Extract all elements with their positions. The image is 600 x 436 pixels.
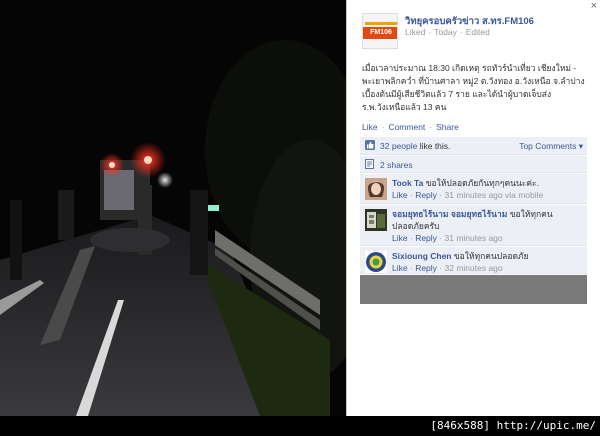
comment-text: ขอให้ปลอดภัยกันทุกๆคนนะค่ะ.	[425, 178, 539, 188]
likes-count-link[interactable]: 32 people	[380, 141, 417, 151]
comment-like-link[interactable]: Like	[392, 263, 408, 273]
commenter-avatar[interactable]	[365, 209, 387, 231]
comment-item: Sixioung Chen ขอให้ทุกคนปลอดภัย Like · R…	[360, 247, 587, 274]
top-comments-dropdown[interactable]: Top Comments ▾	[519, 141, 583, 152]
close-icon[interactable]: ×	[591, 0, 597, 12]
comment-link[interactable]: Comment	[388, 122, 425, 132]
share-icon	[365, 159, 374, 169]
comment-time[interactable]: 32 minutes ago	[445, 263, 503, 273]
comment-reply-link[interactable]: Reply	[415, 233, 437, 243]
comment-text: ขอให้ทุกคนปลอดภัย	[453, 251, 529, 261]
comment-reply-link[interactable]: Reply	[415, 263, 437, 273]
avatar-photo	[365, 251, 387, 273]
shares-summary[interactable]: 2 shares	[360, 156, 587, 173]
comment-input-bar[interactable]	[360, 275, 587, 304]
post-panel: × FM106 วิทยุครอบครัวข่าว ส.ทร.FM106 Lik…	[346, 0, 600, 416]
photo-image	[0, 0, 346, 416]
likes-summary: 32 people like this. Top Comments ▾	[360, 137, 587, 155]
page-logo-text: FM106	[370, 29, 392, 36]
comment-author[interactable]: Took Ta	[392, 178, 423, 188]
watermark-text: [846x588] http://upic.me/	[430, 419, 596, 432]
thumbs-up-icon	[365, 140, 375, 150]
like-link[interactable]: Like	[362, 122, 378, 132]
watermark-bar: [846x588] http://upic.me/	[0, 416, 600, 436]
shares-link[interactable]: 2 shares	[380, 160, 413, 170]
comment-author[interactable]: Sixioung Chen	[392, 251, 452, 261]
comment-time[interactable]: 31 minutes ago via mobile	[445, 190, 544, 200]
commenter-avatar[interactable]	[365, 251, 387, 273]
avatar-photo	[365, 209, 387, 231]
page-avatar[interactable]: FM106	[362, 13, 398, 49]
avatar-photo	[365, 178, 387, 200]
comment-time[interactable]: 31 minutes ago	[445, 233, 503, 243]
post-actions: Like · Comment · Share	[362, 122, 459, 132]
commenter-avatar[interactable]	[365, 178, 387, 200]
comment-item: จอมยุทธไร้นาม จอมยุทธไร้นาม ขอให้ทุกคนปล…	[360, 205, 587, 246]
comment-like-link[interactable]: Like	[392, 190, 408, 200]
comment-reply-link[interactable]: Reply	[415, 190, 437, 200]
caret-down-icon: ▾	[576, 141, 583, 151]
accident-night-photo[interactable]	[0, 0, 346, 416]
comment-item: Took Ta ขอให้ปลอดภัยกันทุกๆคนนะค่ะ. Like…	[360, 174, 587, 204]
share-link[interactable]: Share	[436, 122, 459, 132]
post-meta: Liked · Today · Edited	[405, 27, 490, 37]
post-time[interactable]: Today	[434, 27, 457, 37]
post-text: เมื่อเวลาประมาณ 18:30 เกิดเหตุ รถทัวร์นำ…	[362, 63, 585, 112]
comment-author[interactable]: จอมยุทธไร้นาม จอมยุทธไร้นาม	[392, 209, 507, 219]
viewer: × FM106 วิทยุครอบครัวข่าว ส.ทร.FM106 Lik…	[0, 0, 600, 436]
comment-like-link[interactable]: Like	[392, 233, 408, 243]
liked-status[interactable]: Liked	[405, 27, 425, 37]
edited-label[interactable]: Edited	[466, 27, 490, 37]
